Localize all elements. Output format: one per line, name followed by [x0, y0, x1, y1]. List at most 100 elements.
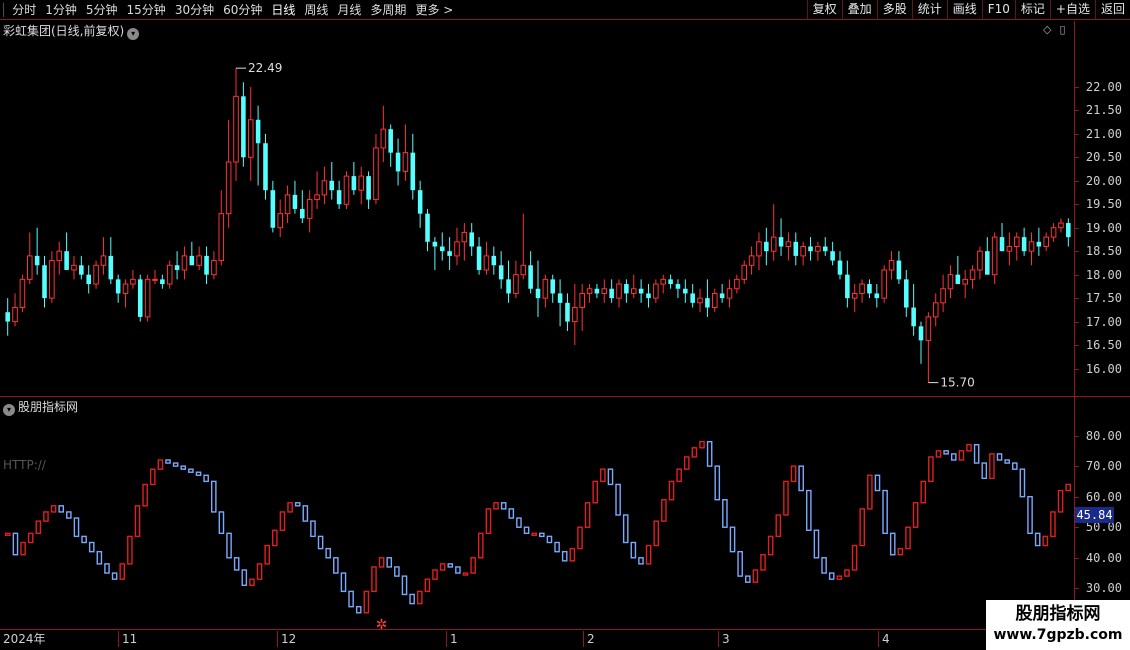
candle-body-up	[483, 255, 490, 271]
candle-body-down	[439, 246, 445, 252]
indicator-bar	[88, 541, 95, 553]
candle-body-up	[969, 269, 976, 280]
candle-body-down	[476, 246, 482, 270]
price-tick-label: 20.00	[1073, 173, 1122, 188]
indicator-bar	[874, 474, 881, 492]
candle-body-down	[646, 293, 651, 299]
indicator-bar	[477, 532, 484, 559]
indicator-bar	[485, 508, 492, 535]
indicator-bar	[729, 526, 736, 553]
indicator-bar	[783, 480, 789, 516]
indicator-bar	[363, 590, 370, 614]
candle-body-up	[770, 236, 777, 252]
candle-body-up	[144, 278, 151, 318]
candle-body-up	[373, 147, 379, 201]
candle-body-up	[859, 283, 865, 294]
indicator-bar	[81, 535, 87, 544]
candle-body-up	[925, 316, 932, 341]
candle-body-up	[1006, 246, 1013, 252]
indicator-bar	[462, 572, 469, 576]
candle-body-up	[380, 128, 387, 149]
indicator-bar	[12, 532, 19, 556]
candle-body-down	[668, 279, 673, 285]
candle-body-down	[609, 288, 614, 299]
indicator-bar	[35, 520, 42, 535]
candle-body-down	[366, 176, 371, 200]
candle-body-down	[918, 326, 924, 341]
indicator-tick-label: 30.00	[1073, 581, 1122, 596]
indicator-bar	[256, 563, 263, 580]
indicator-bar	[806, 489, 812, 531]
indicator-bar	[600, 468, 606, 483]
candle-body-down	[594, 288, 600, 294]
indicator-tick-label: 60.00	[1073, 489, 1122, 504]
candle-body-down	[638, 288, 644, 294]
indicator-bar	[577, 526, 583, 550]
indicator-bar	[111, 572, 118, 580]
indicator-bar	[622, 514, 629, 544]
candle-body-up	[748, 255, 755, 266]
price-tick-label: 17.50	[1073, 291, 1122, 306]
indicator-bar	[752, 569, 759, 583]
candle-body-down	[351, 176, 357, 191]
candle-body-up	[122, 283, 129, 294]
indicator-bar	[149, 468, 156, 486]
candle-body-down	[137, 279, 143, 317]
date-axis: 2024年 11 12 1 2 3 4	[0, 629, 1074, 650]
candle-body-down	[837, 260, 843, 275]
candle-body-up	[513, 274, 519, 294]
candle-body-down	[999, 237, 1005, 252]
indicator-bar	[920, 480, 927, 504]
candle-body-up	[572, 307, 578, 323]
indicator-bar	[989, 453, 995, 480]
indicator-bar	[737, 550, 743, 577]
indicator-bar	[1065, 483, 1071, 492]
candle-body-up	[402, 152, 409, 172]
candle-body-down	[410, 152, 416, 191]
candle-body-down	[300, 208, 305, 219]
candle-body-up	[881, 269, 887, 299]
indicator-bar	[500, 502, 507, 510]
candle-body-down	[675, 284, 681, 289]
candle-body-down	[469, 232, 474, 247]
candle-body-up	[1050, 227, 1057, 238]
indicator-bar	[165, 459, 171, 464]
indicator-bar	[172, 462, 179, 467]
chart-canvas[interactable]: 22.49 15.70 ✲	[0, 0, 1074, 629]
indicator-bar	[767, 535, 774, 556]
candle-body-down	[506, 279, 511, 294]
indicator-bar	[706, 440, 713, 467]
date-label-year: 2024年	[3, 632, 46, 646]
indicator-bar	[416, 590, 423, 605]
back-button[interactable]: 返回	[1094, 0, 1130, 20]
indicator-bar	[310, 520, 316, 538]
candle-body-up	[800, 246, 806, 257]
indicator-bar	[935, 450, 942, 458]
logo-url: www.7gpzb.com	[993, 627, 1123, 643]
indicator-bar	[928, 456, 934, 483]
candle-body-up	[1013, 236, 1020, 248]
candle-body-up	[653, 283, 659, 299]
indicator-bar	[27, 532, 34, 544]
candle-body-up	[940, 288, 946, 304]
candle-body-down	[292, 194, 298, 209]
candle-body-up	[1058, 222, 1064, 229]
candle-body-up	[461, 231, 468, 243]
indicator-bar	[188, 468, 194, 473]
indicator-bar	[279, 511, 286, 531]
candle-body-up	[785, 241, 792, 248]
indicator-bar	[859, 508, 866, 547]
candle-body-up	[734, 278, 740, 290]
indicator-bar	[424, 578, 431, 593]
indicator-bar	[493, 502, 499, 510]
candle-body-down	[270, 190, 276, 228]
indicator-bar	[813, 529, 820, 559]
candle-body-up	[233, 95, 239, 163]
indicator-bar	[966, 444, 972, 452]
indicator-bar	[233, 557, 240, 571]
indicator-bar	[554, 541, 560, 553]
low-price-label: 15.70	[940, 376, 974, 390]
indicator-bar	[104, 563, 110, 574]
indicator-bar	[653, 520, 660, 547]
indicator-bar	[348, 590, 354, 608]
